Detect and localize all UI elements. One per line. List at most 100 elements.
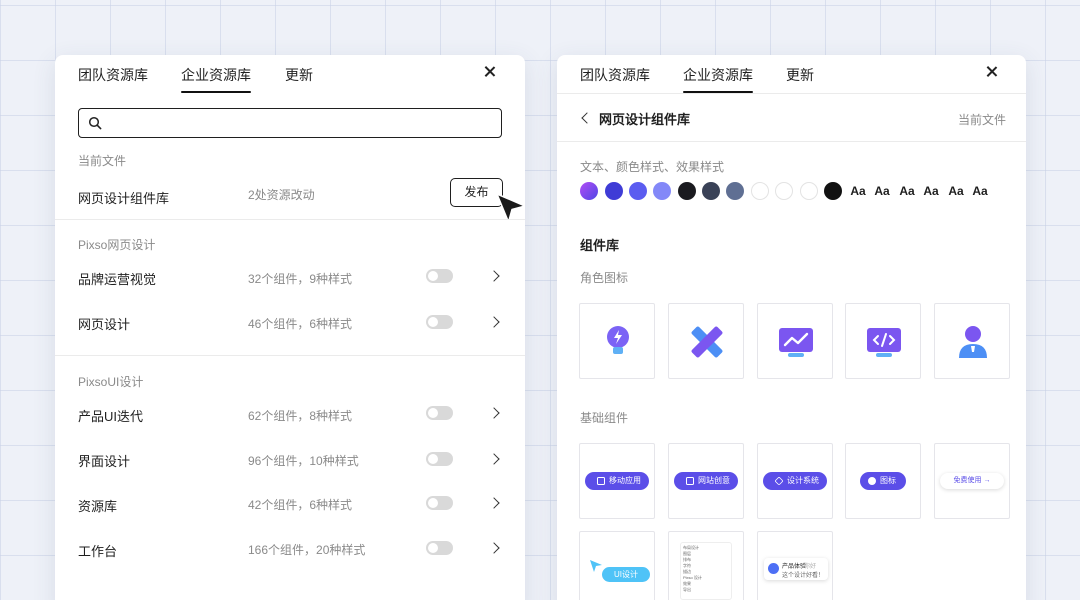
effect-swatch[interactable] [775, 182, 793, 200]
ui-design-chip: UI设计 [602, 567, 650, 582]
library-toggle[interactable] [426, 541, 453, 555]
tab-enterprise-library[interactable]: 企业资源库 [181, 65, 251, 93]
component-card[interactable] [579, 303, 655, 379]
component-card[interactable]: 网站创意 [668, 443, 744, 519]
pill-label: 移动应用 [609, 476, 641, 485]
library-toggle[interactable] [426, 269, 453, 283]
component-card[interactable]: 产品体验 你好 这个设计好看！ [757, 531, 833, 600]
library-meta: 42个组件，6种样式 [248, 498, 353, 512]
code-monitor-icon [867, 328, 901, 357]
current-file-name: 网页设计组件库 [78, 191, 170, 206]
component-card[interactable] [668, 303, 744, 379]
color-swatch[interactable] [726, 182, 744, 200]
styles-label: 文本、颜色样式、效果样式 [580, 160, 725, 174]
chevron-right-icon[interactable] [488, 270, 500, 282]
back-arrow-icon[interactable] [581, 112, 593, 124]
chevron-right-icon[interactable] [488, 316, 500, 328]
tab-bar: 团队资源库 企业资源库 更新 [557, 55, 1026, 93]
divider [557, 141, 1026, 142]
component-card[interactable]: 布局设计 图层 排布 字符 描边 Pixso 设计 效果 导出 [668, 531, 744, 600]
text-style-sample[interactable]: Aa [848, 182, 868, 200]
color-swatch[interactable] [824, 182, 842, 200]
component-card[interactable]: 免费使用 → [934, 443, 1010, 519]
search-box[interactable] [78, 108, 502, 138]
library-name: 网页设计 [78, 317, 131, 332]
color-swatch[interactable] [580, 182, 598, 200]
chevron-right-icon[interactable] [488, 407, 500, 419]
tab-updates[interactable]: 更新 [786, 65, 814, 85]
component-card[interactable]: 图标 [845, 443, 921, 519]
component-pill: 图标 [860, 472, 906, 490]
lightbulb-icon [607, 326, 629, 354]
color-swatch[interactable] [702, 182, 720, 200]
chevron-right-icon[interactable] [488, 453, 500, 465]
color-swatch[interactable] [605, 182, 623, 200]
group-label-pixso-ui: PixsoUI设计 [78, 375, 144, 389]
component-pill: 移动应用 [585, 472, 649, 490]
basic-components-label: 基础组件 [580, 411, 629, 425]
close-icon[interactable] [984, 64, 1000, 80]
component-card[interactable] [934, 303, 1010, 379]
effect-swatch[interactable] [800, 182, 818, 200]
group-label-pixso-web: Pixso网页设计 [78, 238, 156, 252]
component-card[interactable]: UI设计 [579, 531, 655, 600]
library-name: 工作台 [78, 544, 118, 559]
library-meta: 96个组件，10种样式 [248, 454, 359, 468]
mobile-icon [597, 477, 605, 485]
library-toggle[interactable] [426, 406, 453, 420]
resource-panel-right: 团队资源库 企业资源库 更新 网页设计组件库 当前文件 文本、颜色样式、效果样式… [557, 55, 1026, 600]
library-toggle[interactable] [426, 496, 453, 510]
pill-label: 网站创意 [698, 476, 730, 485]
avatar [768, 563, 779, 574]
component-card[interactable] [757, 303, 833, 379]
text-style-sample[interactable]: Aa [921, 182, 941, 200]
resource-panel-left: 团队资源库 企业资源库 更新 当前文件 网页设计组件库 2处资源改动 发布 Pi… [55, 55, 525, 600]
text-style-sample[interactable]: Aa [897, 182, 917, 200]
resource-changes-count: 2处资源改动 [248, 188, 315, 202]
component-card[interactable]: 设计系统 [757, 443, 833, 519]
divider [557, 93, 1026, 94]
text-style-sample[interactable]: Aa [872, 182, 892, 200]
browser-icon [686, 477, 694, 485]
tab-enterprise-library[interactable]: 企业资源库 [683, 65, 753, 93]
pointer-icon [590, 560, 602, 572]
component-card[interactable]: 移动应用 [579, 443, 655, 519]
tab-team-library[interactable]: 团队资源库 [78, 65, 148, 85]
divider [55, 355, 525, 356]
text-style-sample[interactable]: Aa [946, 182, 966, 200]
tab-updates[interactable]: 更新 [285, 65, 313, 85]
role-icons-label: 角色图标 [580, 271, 629, 285]
library-meta: 46个组件，6种样式 [248, 317, 353, 331]
component-pill: 网站创意 [674, 472, 738, 490]
color-swatch[interactable] [629, 182, 647, 200]
library-title: 网页设计组件库 [599, 112, 691, 127]
components-title: 组件库 [580, 238, 620, 253]
divider [55, 219, 525, 220]
library-meta: 32个组件，9种样式 [248, 272, 353, 286]
search-input[interactable] [111, 113, 491, 133]
effect-swatch[interactable] [751, 182, 769, 200]
tab-team-library[interactable]: 团队资源库 [580, 65, 650, 85]
library-name: 产品UI迭代 [78, 409, 144, 424]
library-toggle[interactable] [426, 315, 453, 329]
library-toggle[interactable] [426, 452, 453, 466]
mini-row: 导出 [683, 587, 691, 592]
pill-label: 免费使用 [953, 477, 982, 484]
color-swatch[interactable] [678, 182, 696, 200]
pill-label: 图标 [880, 476, 896, 485]
notification-tag: 你好 [804, 564, 817, 570]
monitor-chart-icon [779, 328, 813, 357]
close-icon[interactable] [482, 64, 498, 80]
layers-icon [774, 476, 784, 486]
text-style-sample[interactable]: Aa [970, 182, 990, 200]
library-name: 品牌运营视觉 [78, 272, 157, 287]
user-icon [959, 326, 987, 358]
color-swatch[interactable] [653, 182, 671, 200]
notification-title: 产品体验 [782, 564, 807, 570]
chevron-right-icon[interactable] [488, 542, 500, 554]
bulb-icon [868, 477, 876, 485]
component-card[interactable] [845, 303, 921, 379]
library-meta: 166个组件，20种样式 [248, 543, 366, 557]
chevron-right-icon[interactable] [488, 497, 500, 509]
library-meta: 62个组件，8种样式 [248, 409, 353, 423]
